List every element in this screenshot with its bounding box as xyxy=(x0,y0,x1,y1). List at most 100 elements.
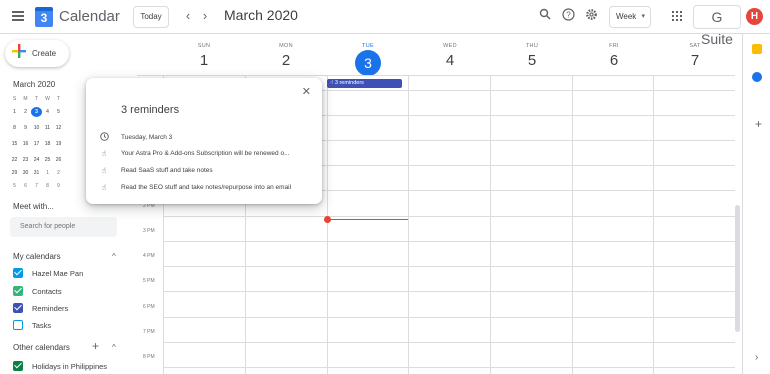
mini-day[interactable]: 18 xyxy=(42,139,53,149)
day-number[interactable]: 2 xyxy=(245,52,327,69)
add-calendar-plus-icon[interactable]: + xyxy=(92,339,99,353)
mini-day[interactable]: 2 xyxy=(20,107,31,117)
hour-label: 6 PM xyxy=(143,304,155,310)
mini-day[interactable]: 5 xyxy=(9,181,20,191)
mini-day[interactable]: 25 xyxy=(42,155,53,165)
keep-icon[interactable] xyxy=(752,44,762,54)
day-number[interactable]: 1 xyxy=(163,52,245,69)
expand-panel-arrow-icon[interactable]: › xyxy=(755,352,758,363)
checkbox-unchecked-icon[interactable] xyxy=(13,320,23,330)
reminders-chip[interactable]: ☝ 3 reminders xyxy=(327,79,402,88)
mini-day[interactable]: 15 xyxy=(9,139,20,149)
day-number[interactable]: 6 xyxy=(573,52,655,69)
current-time-line xyxy=(327,219,408,220)
calendar-item-contacts[interactable]: Contacts xyxy=(13,286,62,296)
mini-day[interactable]: 19 xyxy=(53,139,64,149)
search-icon[interactable] xyxy=(537,8,553,24)
mini-day[interactable]: 23 xyxy=(20,155,31,165)
calendar-item-tasks[interactable]: Tasks xyxy=(13,320,51,330)
reminder-item[interactable]: ☝ Read the SEO stuff and take notes/repu… xyxy=(98,183,292,192)
account-avatar[interactable]: H xyxy=(746,8,763,25)
mini-day[interactable]: 12 xyxy=(53,123,64,133)
close-icon[interactable]: ✕ xyxy=(302,85,311,98)
search-people-input[interactable]: Search for people xyxy=(10,217,117,237)
day-number[interactable]: 4 xyxy=(409,52,491,69)
grid-scrollbar[interactable] xyxy=(735,205,740,332)
mini-day[interactable]: 5 xyxy=(53,107,64,117)
day-header-sun[interactable]: SUN 1 xyxy=(163,34,245,69)
chevron-up-icon[interactable]: ^ xyxy=(112,252,116,261)
calendar-item-label: Reminders xyxy=(32,303,69,313)
day-header-fri[interactable]: FRI 6 xyxy=(573,34,655,69)
mini-day[interactable]: 4 xyxy=(42,107,53,117)
google-apps-icon[interactable] xyxy=(672,11,682,21)
reminder-hand-icon: ☝ xyxy=(101,166,107,175)
main-menu-icon[interactable] xyxy=(12,11,24,21)
month-title: March 2020 xyxy=(224,7,298,23)
day-header-tue[interactable]: TUE 3 xyxy=(327,34,409,76)
mini-dow: T xyxy=(56,96,61,102)
day-header-wed[interactable]: WED 4 xyxy=(409,34,491,69)
checkbox-checked-icon[interactable] xyxy=(13,268,23,278)
hour-label: 7 PM xyxy=(143,329,155,335)
reminder-item[interactable]: ☝ Your Astra Pro & Add-ons Subscription … xyxy=(98,149,290,158)
reminder-item-label: Read the SEO stuff and take notes/repurp… xyxy=(121,184,292,191)
reminders-chip-label: 3 reminders xyxy=(334,80,364,86)
checkbox-checked-icon[interactable] xyxy=(13,286,23,296)
previous-week-icon[interactable]: ‹ xyxy=(181,8,195,23)
mini-day[interactable]: 30 xyxy=(20,168,31,178)
mini-day[interactable]: 24 xyxy=(31,155,42,165)
mini-day[interactable]: 7 xyxy=(31,181,42,191)
view-selector[interactable]: Week ▾ xyxy=(609,6,651,28)
mini-day[interactable]: 1 xyxy=(42,168,53,178)
calendar-item-hazel[interactable]: Hazel Mae Pan xyxy=(13,268,83,278)
mini-day[interactable]: 6 xyxy=(20,181,31,191)
mini-day[interactable]: 22 xyxy=(9,155,20,165)
mini-day[interactable]: 16 xyxy=(20,139,31,149)
today-button[interactable]: Today xyxy=(133,6,169,28)
column-divider xyxy=(653,75,654,374)
hour-line xyxy=(163,342,735,343)
mini-day[interactable]: 26 xyxy=(53,155,64,165)
create-button[interactable]: Create xyxy=(5,40,69,67)
hour-line xyxy=(163,216,735,217)
mini-day[interactable]: 8 xyxy=(9,123,20,133)
reminder-item[interactable]: ☝ Read SaaS stuff and take notes xyxy=(98,166,213,175)
hour-label: 5 PM xyxy=(143,278,155,284)
calendar-item-holidays[interactable]: Holidays in Philippines xyxy=(13,361,107,371)
mini-day[interactable]: 8 xyxy=(42,181,53,191)
mini-day[interactable]: 1 xyxy=(9,107,20,117)
day-header-thu[interactable]: THU 5 xyxy=(491,34,573,69)
my-calendars-title[interactable]: My calendars xyxy=(13,252,61,261)
mini-day[interactable]: 11 xyxy=(42,123,53,133)
next-week-icon[interactable]: › xyxy=(198,8,212,23)
mini-day[interactable]: 9 xyxy=(53,181,64,191)
mini-day[interactable]: 2 xyxy=(53,168,64,178)
meet-with-title: Meet with... xyxy=(13,202,54,211)
get-addons-plus-icon[interactable]: + xyxy=(755,117,762,131)
mini-day-today[interactable]: 3 xyxy=(31,107,42,117)
other-calendars-title[interactable]: Other calendars xyxy=(13,343,70,352)
mini-day[interactable]: 29 xyxy=(9,168,20,178)
tasks-icon[interactable] xyxy=(752,72,762,82)
view-selector-label: Week xyxy=(616,12,637,21)
checkbox-checked-icon[interactable] xyxy=(13,303,23,313)
header-divider xyxy=(137,75,735,76)
checkbox-checked-icon[interactable] xyxy=(13,361,23,371)
side-panel: + › xyxy=(742,34,770,374)
help-icon[interactable]: ? xyxy=(560,8,576,24)
create-label: Create xyxy=(32,49,57,58)
chevron-up-icon[interactable]: ^ xyxy=(112,343,116,352)
day-number[interactable]: 5 xyxy=(491,52,573,69)
mini-day[interactable]: 9 xyxy=(20,123,31,133)
mini-day[interactable]: 17 xyxy=(31,139,42,149)
day-header-sat[interactable]: SAT 7 xyxy=(655,34,735,69)
day-header-mon[interactable]: MON 2 xyxy=(245,34,327,69)
calendar-item-reminders[interactable]: Reminders xyxy=(13,303,68,313)
settings-gear-icon[interactable] xyxy=(583,8,599,24)
day-number[interactable]: 7 xyxy=(655,52,735,69)
day-number-today[interactable]: 3 xyxy=(355,50,381,76)
mini-day[interactable]: 31 xyxy=(31,168,42,178)
hour-line xyxy=(163,317,735,318)
mini-day[interactable]: 10 xyxy=(31,123,42,133)
